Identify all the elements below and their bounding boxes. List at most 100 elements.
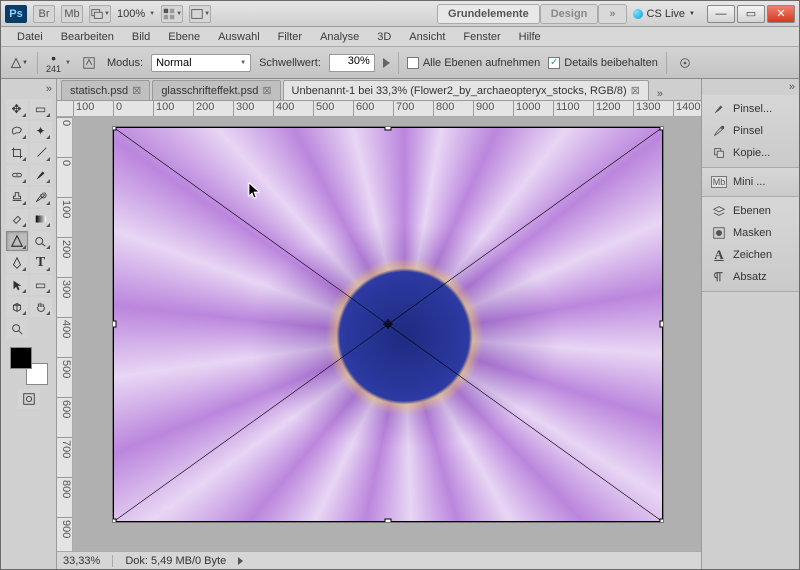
tool-marquee[interactable]: ▭ <box>30 99 52 119</box>
ruler-tick: 200 <box>193 101 233 116</box>
panel-absatz[interactable]: Absatz <box>706 267 795 287</box>
ruler-tick: 300 <box>233 101 273 116</box>
panel-collapse-icon[interactable]: » <box>702 79 799 95</box>
window-maximize-button[interactable]: ▭ <box>737 5 765 23</box>
menu-ansicht[interactable]: Ansicht <box>401 29 453 45</box>
tool-3d[interactable] <box>6 297 28 317</box>
arrange-button[interactable]: ▼ <box>161 5 183 23</box>
workspace-essentials[interactable]: Grundelemente <box>437 4 540 24</box>
panel-label: Masken <box>733 227 772 239</box>
doctab-1[interactable]: statisch.psd⊠ <box>61 80 150 100</box>
foreground-color-swatch[interactable] <box>10 347 32 369</box>
doctab-2[interactable]: glasschrifteffekt.psd⊠ <box>152 80 280 100</box>
menubar: Datei Bearbeiten Bild Ebene Auswahl Filt… <box>1 27 799 47</box>
ruler-tick: 900 <box>57 517 72 551</box>
menu-ebene[interactable]: Ebene <box>160 29 208 45</box>
ruler-vertical[interactable]: 001002003004005006007008009001000 <box>57 117 73 551</box>
ruler-tick: 200 <box>57 237 72 277</box>
status-zoom[interactable]: 33,33% <box>63 555 100 567</box>
close-icon[interactable]: ⊠ <box>631 84 640 97</box>
brush-picker[interactable]: • 241 ▼ <box>46 51 71 74</box>
tool-type[interactable]: T <box>30 253 52 273</box>
menu-fenster[interactable]: Fenster <box>455 29 508 45</box>
menu-3d[interactable]: 3D <box>369 29 399 45</box>
menu-bild[interactable]: Bild <box>124 29 158 45</box>
workspace-design[interactable]: Design <box>540 4 599 24</box>
tool-eyedropper[interactable] <box>30 143 52 163</box>
status-doc-info[interactable]: Dok: 5,49 MB/0 Byte <box>125 555 226 567</box>
toolbox-collapse-icon[interactable]: » <box>3 83 54 97</box>
tool-pen[interactable] <box>6 253 28 273</box>
color-swatches[interactable] <box>10 347 48 385</box>
menu-auswahl[interactable]: Auswahl <box>210 29 268 45</box>
tool-heal[interactable] <box>6 165 28 185</box>
threshold-label: Schwellwert: <box>259 57 321 69</box>
tool-zoom[interactable] <box>6 319 28 339</box>
bridge-button[interactable]: Br <box>33 5 55 23</box>
toolbox: » ✥ ▭ ✦ T ▭ <box>1 79 57 569</box>
brush-panel-icon[interactable] <box>79 53 99 73</box>
menu-datei[interactable]: Datei <box>9 29 51 45</box>
panel-pinsel[interactable]: Pinsel... <box>706 99 795 119</box>
menu-analyse[interactable]: Analyse <box>312 29 367 45</box>
all-layers-checkbox[interactable]: Alle Ebenen aufnehmen <box>407 57 540 69</box>
panel-kopie[interactable]: Kopie... <box>706 143 795 163</box>
tool-preview-icon[interactable]: ▼ <box>9 53 29 73</box>
doctab-3[interactable]: Unbenannt-1 bei 33,3% (Flower2_by_archae… <box>283 80 649 100</box>
preserve-detail-checkbox[interactable]: ✓ Details beibehalten <box>548 57 658 69</box>
ruler-tick: 1300 <box>633 101 673 116</box>
extras-button[interactable]: ▼ <box>189 5 211 23</box>
close-icon[interactable]: ⊠ <box>262 84 271 97</box>
panel-mini[interactable]: MbMini ... <box>706 172 795 192</box>
canvas[interactable] <box>113 127 663 522</box>
panel-label: Absatz <box>733 271 767 283</box>
tool-hand[interactable] <box>30 297 52 317</box>
status-menu-icon[interactable] <box>238 557 243 565</box>
mask-icon <box>711 225 727 241</box>
menu-hilfe[interactable]: Hilfe <box>511 29 549 45</box>
mode-label: Modus: <box>107 57 143 69</box>
panel-masken[interactable]: Masken <box>706 223 795 243</box>
tool-move[interactable]: ✥ <box>6 99 28 119</box>
minibridge-button[interactable]: Mb <box>61 5 83 23</box>
menu-filter[interactable]: Filter <box>270 29 310 45</box>
window-close-button[interactable]: ✕ <box>767 5 795 23</box>
zoom-level[interactable]: 100% ▼ <box>117 8 155 20</box>
pressure-icon[interactable] <box>675 53 695 73</box>
panel-ebenen[interactable]: Ebenen <box>706 201 795 221</box>
tool-eraser[interactable] <box>6 209 28 229</box>
panel-pinsel[interactable]: Pinsel <box>706 121 795 141</box>
ruler-tick: 1000 <box>513 101 553 116</box>
tool-crop[interactable] <box>6 143 28 163</box>
tool-history-brush[interactable] <box>30 187 52 207</box>
ruler-tick: 1200 <box>593 101 633 116</box>
cslive-button[interactable]: CS Live ▼ <box>633 8 695 20</box>
panel-label: Pinsel <box>733 125 763 137</box>
tool-shape[interactable]: ▭ <box>30 275 52 295</box>
close-icon[interactable]: ⊠ <box>132 84 141 97</box>
tool-stamp[interactable] <box>6 187 28 207</box>
window-minimize-button[interactable]: — <box>707 5 735 23</box>
menu-bearbeiten[interactable]: Bearbeiten <box>53 29 122 45</box>
workspace-more[interactable]: » <box>598 4 626 24</box>
tool-brush[interactable] <box>30 165 52 185</box>
cslive-icon <box>633 9 643 19</box>
screen-mode-button[interactable]: ▼ <box>89 5 111 23</box>
quickmask-button[interactable] <box>18 389 40 409</box>
tool-dodge[interactable] <box>30 231 52 251</box>
ruler-tick: 700 <box>57 437 72 477</box>
ruler-tick: 800 <box>433 101 473 116</box>
mode-select[interactable]: Normal▼ <box>151 54 251 72</box>
scrubby-arrow-icon[interactable] <box>383 58 390 68</box>
panel-zeichen[interactable]: AZeichen <box>706 245 795 265</box>
tool-gradient[interactable] <box>30 209 52 229</box>
tabs-overflow-icon[interactable]: » <box>651 88 669 100</box>
tool-blur[interactable] <box>6 231 28 251</box>
app-logo-icon: Ps <box>5 5 27 23</box>
threshold-input[interactable]: 30% <box>329 54 375 72</box>
tool-wand[interactable]: ✦ <box>30 121 52 141</box>
canvas-viewport[interactable] <box>73 117 701 551</box>
tool-lasso[interactable] <box>6 121 28 141</box>
ruler-horizontal[interactable]: 1000100200300400500600700800900100011001… <box>57 101 701 117</box>
tool-path-select[interactable] <box>6 275 28 295</box>
